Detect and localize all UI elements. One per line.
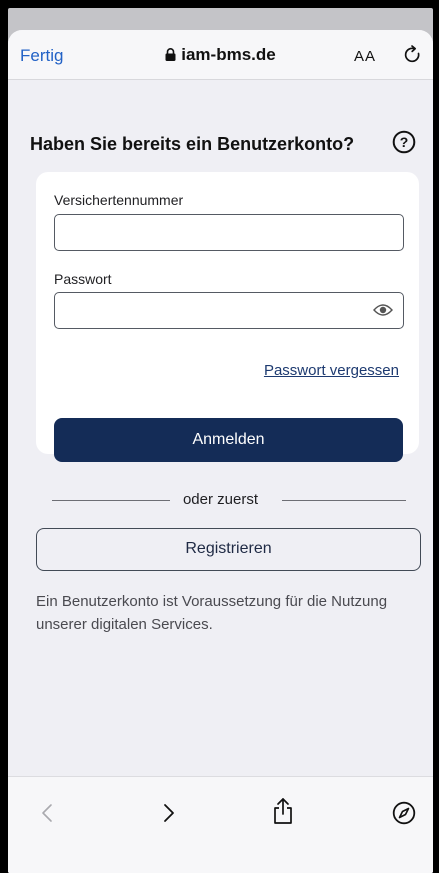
- account-hint-text: Ein Benutzerkonto ist Voraussetzung für …: [36, 593, 388, 633]
- lock-icon: [165, 46, 176, 66]
- login-button[interactable]: Anmelden: [54, 418, 403, 462]
- browser-top-bar: Fertig iam-bms.de AA: [8, 30, 433, 80]
- divider-line-right: [282, 500, 406, 501]
- register-button[interactable]: Registrieren: [36, 528, 421, 571]
- browser-sheet: Fertig iam-bms.de AA Haben Sie bereits e…: [8, 30, 433, 873]
- eye-icon[interactable]: [373, 303, 393, 317]
- password-input[interactable]: [54, 292, 404, 329]
- reload-icon[interactable]: [402, 44, 424, 66]
- insurance-number-label: Versichertennummer: [54, 192, 184, 208]
- page-title: Haben Sie bereits ein Benutzerkonto?: [30, 134, 355, 154]
- login-card: Versichertennummer Passwort Passwort ver…: [36, 172, 419, 462]
- text-size-button[interactable]: AA: [354, 48, 376, 65]
- share-icon[interactable]: [270, 797, 296, 825]
- insurance-number-input[interactable]: [54, 214, 404, 251]
- compass-icon[interactable]: [392, 801, 416, 825]
- svg-text:?: ?: [400, 134, 409, 150]
- phone-frame: Fertig iam-bms.de AA Haben Sie bereits e…: [8, 8, 433, 873]
- browser-bottom-toolbar: [8, 776, 433, 873]
- help-icon[interactable]: ?: [392, 130, 416, 154]
- text-size-label: AA: [354, 48, 377, 65]
- url-text: iam-bms.de: [181, 45, 276, 64]
- back-icon[interactable]: [36, 801, 60, 825]
- password-label: Passwort: [54, 271, 112, 287]
- forgot-password-link[interactable]: Passwort vergessen: [264, 362, 399, 379]
- forward-icon[interactable]: [156, 801, 180, 825]
